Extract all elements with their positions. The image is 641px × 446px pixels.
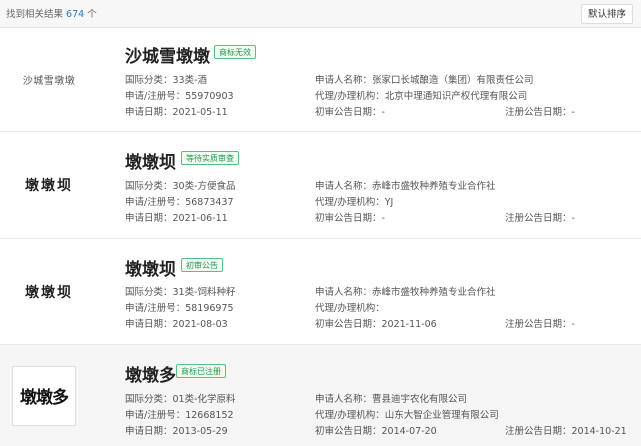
status-badge: 等待实质审查	[181, 151, 239, 165]
reg-date: 注册公告日期：-	[505, 213, 575, 224]
results-toolbar: 找到相关结果 674 个 默认排序	[0, 0, 641, 28]
logo-text: 墩墩坝	[25, 284, 73, 301]
trademark-card[interactable]: 沙城雪墩墩 沙城雪墩墩 商标无效 国际分类：33类-酒 申请/注册号：55970…	[0, 28, 641, 132]
intl-class: 国际分类：31类-饲料种籽	[125, 287, 236, 298]
agent-name: 代理/办理机构：北京中理通知识产权代理有限公司	[315, 91, 528, 102]
prelim-date: 初审公告日期：-	[315, 107, 385, 118]
applicant-name: 申请人名称：赤峰市盛牧种养殖专业合作社	[315, 287, 496, 298]
status-badge: 商标已注册	[176, 364, 226, 378]
prelim-date: 初审公告日期：2021-11-06	[315, 319, 437, 330]
trademark-card[interactable]: 墩墩坝 墩墩坝 等待实质审查 国际分类：30类-方便食品 申请/注册号：5687…	[0, 132, 641, 239]
intl-class: 国际分类：01类-化学原料	[125, 394, 236, 405]
apply-date: 申请日期：2021-08-03	[125, 319, 228, 330]
default-sort-button[interactable]: 默认排序	[580, 4, 633, 24]
intl-class: 国际分类：33类-酒	[125, 75, 208, 86]
reg-number: 申请/注册号：58196975	[125, 303, 234, 314]
trademark-name[interactable]: 墩墩坝	[125, 255, 176, 280]
result-count: 674	[66, 9, 85, 20]
prelim-date: 初审公告日期：2014-07-20	[315, 426, 437, 437]
reg-number: 申请/注册号：56873437	[125, 197, 234, 208]
applicant-name: 申请人名称：曹县迪宇农化有限公司	[315, 394, 468, 405]
prelim-date: 初审公告日期：-	[315, 213, 385, 224]
reg-date: 注册公告日期：-	[505, 319, 575, 330]
logo-box: 墩墩多	[12, 365, 76, 426]
agent-name: 代理/办理机构：	[315, 303, 385, 314]
logo-text: 墩墩多	[20, 388, 69, 408]
agent-name: 代理/办理机构：山东大智企业管理有限公司	[315, 410, 499, 421]
trademark-name[interactable]: 墩墩多	[125, 361, 176, 386]
reg-number: 申请/注册号：12668152	[125, 410, 234, 421]
trademark-logo: 沙城雪墩墩	[0, 28, 98, 131]
trademark-logo: 墩墩坝	[0, 132, 98, 238]
agent-name: 代理/办理机构：YJ	[315, 197, 394, 208]
applicant-name: 申请人名称：赤峰市盛牧种养殖专业合作社	[315, 181, 496, 192]
status-badge: 商标无效	[214, 45, 256, 59]
applicant-name: 申请人名称：张家口长城酿造（集团）有限责任公司	[315, 75, 534, 86]
apply-date: 申请日期：2021-05-11	[125, 107, 228, 118]
found-prefix: 找到相关结果	[6, 9, 64, 20]
reg-date: 注册公告日期：2014-10-21	[505, 426, 627, 437]
trademark-logo: 墩墩多	[10, 345, 78, 446]
logo-text: 墩墩坝	[25, 178, 73, 194]
trademark-logo: 墩墩坝	[0, 239, 98, 344]
intl-class: 国际分类：30类-方便食品	[125, 181, 236, 192]
result-count-text: 找到相关结果 674 个	[6, 6, 97, 20]
trademark-card[interactable]: 墩墩多 墩墩多 商标已注册 国际分类：01类-化学原料 申请/注册号：12668…	[0, 345, 641, 446]
reg-date: 注册公告日期：-	[505, 107, 575, 118]
apply-date: 申请日期：2021-06-11	[125, 213, 228, 224]
reg-number: 申请/注册号：55970903	[125, 91, 234, 102]
trademark-name[interactable]: 沙城雪墩墩	[125, 42, 210, 67]
trademark-card[interactable]: 墩墩坝 墩墩坝 初审公告 国际分类：31类-饲料种籽 申请/注册号：581969…	[0, 239, 641, 345]
logo-text: 沙城雪墩墩	[22, 76, 76, 87]
apply-date: 申请日期：2013-05-29	[125, 426, 228, 437]
found-suffix: 个	[87, 9, 97, 20]
trademark-name[interactable]: 墩墩坝	[125, 148, 176, 173]
status-badge: 初审公告	[181, 258, 223, 272]
